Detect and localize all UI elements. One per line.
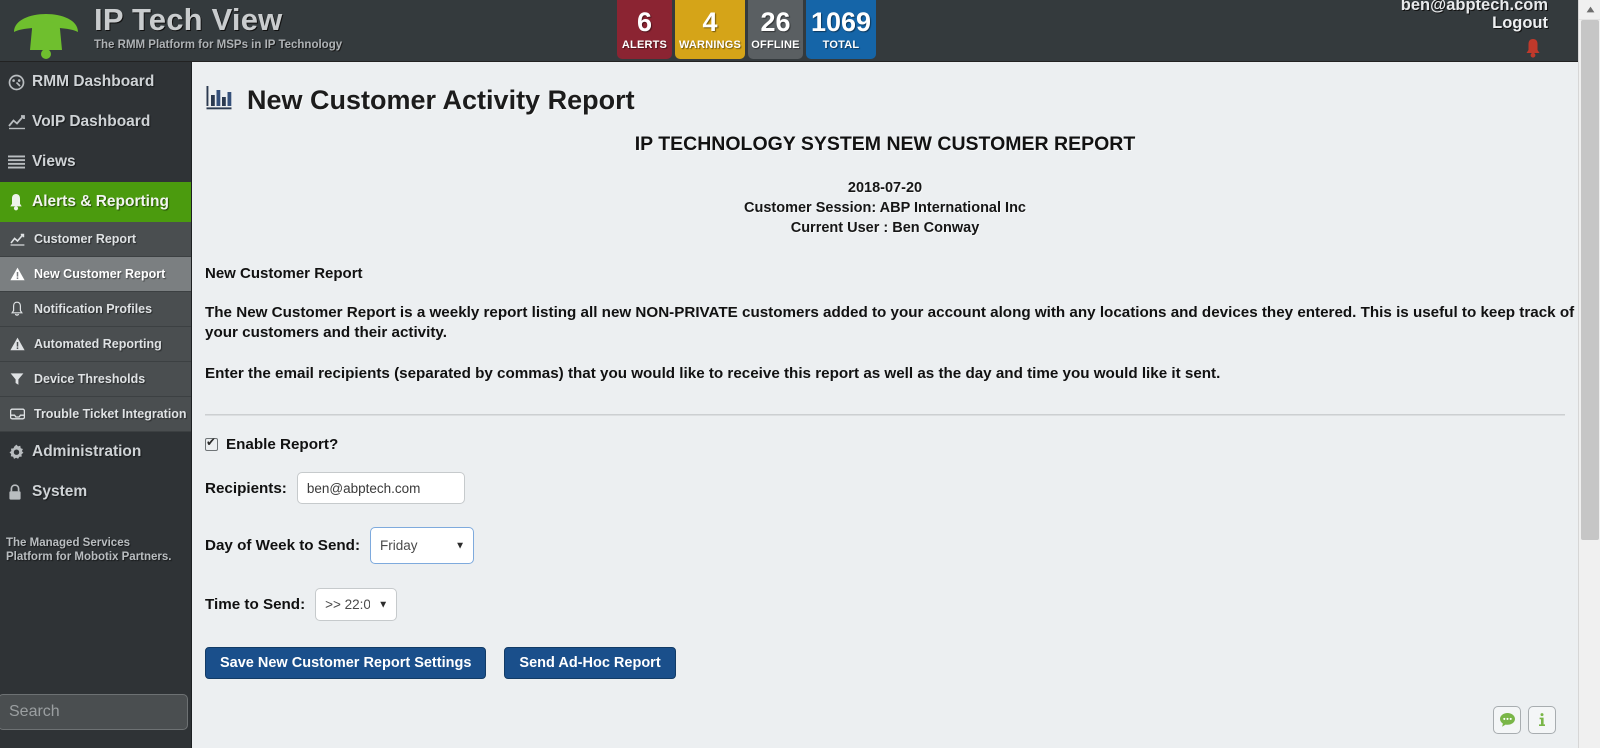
alerts-label: ALERTS [621,38,668,51]
recipients-row: Recipients: [205,472,1578,504]
time-to-send-label: Time to Send: [205,596,306,613]
brand-logo[interactable] [8,2,84,60]
sidebar-item-label: Views [32,153,76,170]
lock-icon [8,483,32,501]
day-of-week-select[interactable]: MondayTuesdayWednesdayThursdayFridaySatu… [370,527,474,564]
sidebar-item-label: Device Thresholds [34,372,146,386]
sidebar-item-label: RMM Dashboard [32,73,155,90]
sidebar-item-new-customer-report[interactable]: New Customer Report [0,257,191,292]
page-scrollbar[interactable] [1578,0,1600,748]
sidebar-item-alerts-reporting[interactable]: Alerts & Reporting [0,182,191,222]
bar-chart-icon [205,84,234,116]
search-input[interactable] [0,694,188,730]
description-paragraph-1: The New Customer Report is a weekly repo… [205,303,1578,343]
report-meta: 2018-07-20 Customer Session: ABP Interna… [192,178,1578,238]
offline-label: OFFLINE [751,38,800,51]
status-badge-offline[interactable]: 26 OFFLINE [748,0,803,59]
sidebar-tagline: The Managed Services Platform for Moboti… [6,537,172,564]
send-adhoc-report-button[interactable]: Send Ad-Hoc Report [504,647,676,679]
top-header-bar: IP Tech View The RMM Platform for MSPs i… [0,0,1578,62]
time-to-send-row: Time to Send: >> 22:00 ▼ [205,588,1578,621]
sidebar-item-label: New Customer Report [34,267,166,281]
page-header: New Customer Activity Report [192,62,1578,116]
bell-icon [8,193,32,211]
logout-link[interactable]: Logout [1492,14,1548,33]
paragraph-emphasis: NON-PRIVATE [635,304,738,321]
alerts-count: 6 [636,6,653,37]
sidebar-item-label: System [32,483,88,500]
scroll-up-arrow-icon[interactable] [1579,0,1600,20]
sidebar-item-system[interactable]: System [0,472,191,512]
sidebar-item-label: Administration [32,443,142,460]
time-to-send-select-wrapper: >> 22:00 ▼ [315,588,398,621]
page-title: New Customer Activity Report [247,84,635,115]
report-heading: IP TECHNOLOGY SYSTEM NEW CUSTOMER REPORT [634,133,1136,155]
recipients-input[interactable] [296,472,465,504]
info-icon[interactable] [1528,706,1556,734]
section-divider [205,414,1565,416]
sidebar-item-label: Alerts & Reporting [32,193,169,210]
sidebar-item-notification-profiles[interactable]: Notification Profiles [0,292,191,327]
brand-subtitle: The RMM Platform for MSPs in IP Technolo… [94,39,343,51]
total-label: TOTAL [822,38,860,51]
sidebar-item-customer-report[interactable]: Customer Report [0,222,191,257]
section-label: New Customer Report [205,265,363,282]
day-of-week-label: Day of Week to Send: [205,537,360,554]
warning-triangle-icon [10,267,34,281]
sidebar-item-device-thresholds[interactable]: Device Thresholds [0,362,191,397]
report-date: 2018-07-20 [847,180,923,196]
application-window: IP Tech View The RMM Platform for MSPs i… [0,0,1600,748]
bell-outline-icon [10,301,34,317]
current-user: Current User : Ben Conway [790,220,980,236]
sidebar-item-label: Automated Reporting [34,337,162,351]
customer-session: Customer Session: ABP International Inc [744,200,1026,216]
offline-count: 26 [760,6,791,37]
inbox-icon [10,408,34,420]
status-badge-warnings[interactable]: 4 WARNINGS [675,0,745,59]
line-chart-icon [10,233,34,246]
save-settings-button[interactable]: Save New Customer Report Settings [205,647,487,679]
total-count: 1069 [810,6,872,37]
alert-bell-icon[interactable] [1524,38,1542,63]
scrollbar-thumb[interactable] [1581,20,1599,540]
brand-title: IP Tech View [94,2,283,37]
warnings-count: 4 [702,6,718,37]
warning-triangle-icon [10,337,34,351]
sidebar-navigation: RMM Dashboard VoIP Dashboard Views Alert… [0,62,192,748]
sidebar-item-automated-reporting[interactable]: Automated Reporting [0,327,191,362]
recipients-label: Recipients: [205,479,287,497]
warnings-label: WARNINGS [678,38,742,51]
funnel-icon [10,372,34,386]
line-chart-icon [8,114,32,130]
time-to-send-select[interactable]: >> 22:00 [315,588,398,621]
enable-report-checkbox[interactable] [205,435,218,451]
main-content: New Customer Activity Report IP TECHNOLO… [192,62,1578,748]
status-badge-total[interactable]: 1069 TOTAL [806,0,876,59]
description-paragraph-2: Enter the email recipients (separated by… [205,365,1221,382]
sidebar-item-trouble-ticket-integration[interactable]: Trouble Ticket Integration [0,397,191,432]
enable-report-label: Enable Report? [226,436,339,453]
user-email: ben@abptech.com [1400,0,1548,14]
bell-icon [14,14,78,59]
floating-help-buttons [1493,706,1556,734]
sidebar-item-views[interactable]: Views [0,142,191,182]
sidebar-item-label: Customer Report [34,232,137,246]
sidebar-item-administration[interactable]: Administration [0,432,191,472]
paragraph-part-a: The New Customer Report is a weekly repo… [205,304,636,321]
day-of-week-select-wrapper: MondayTuesdayWednesdayThursdayFridaySatu… [370,527,474,564]
sidebar-item-rmm-dashboard[interactable]: RMM Dashboard [0,62,191,102]
enable-report-row: Enable Report? [205,435,1578,453]
form-actions: Save New Customer Report Settings Send A… [205,647,1578,679]
list-icon [8,155,32,169]
day-of-week-row: Day of Week to Send: MondayTuesdayWednes… [205,527,1578,564]
status-badges: 6 ALERTS 4 WARNINGS 26 OFFLINE 1069 TOTA… [617,0,876,59]
sidebar-item-voip-dashboard[interactable]: VoIP Dashboard [0,102,191,142]
status-badge-alerts[interactable]: 6 ALERTS [617,0,672,59]
gauge-icon [8,74,32,91]
gear-icon [8,444,32,461]
sidebar-item-label: VoIP Dashboard [32,113,151,130]
sidebar-item-label: Trouble Ticket Integration [34,407,187,421]
sidebar-item-label: Notification Profiles [34,302,153,316]
chat-bubble-icon[interactable] [1493,706,1521,734]
